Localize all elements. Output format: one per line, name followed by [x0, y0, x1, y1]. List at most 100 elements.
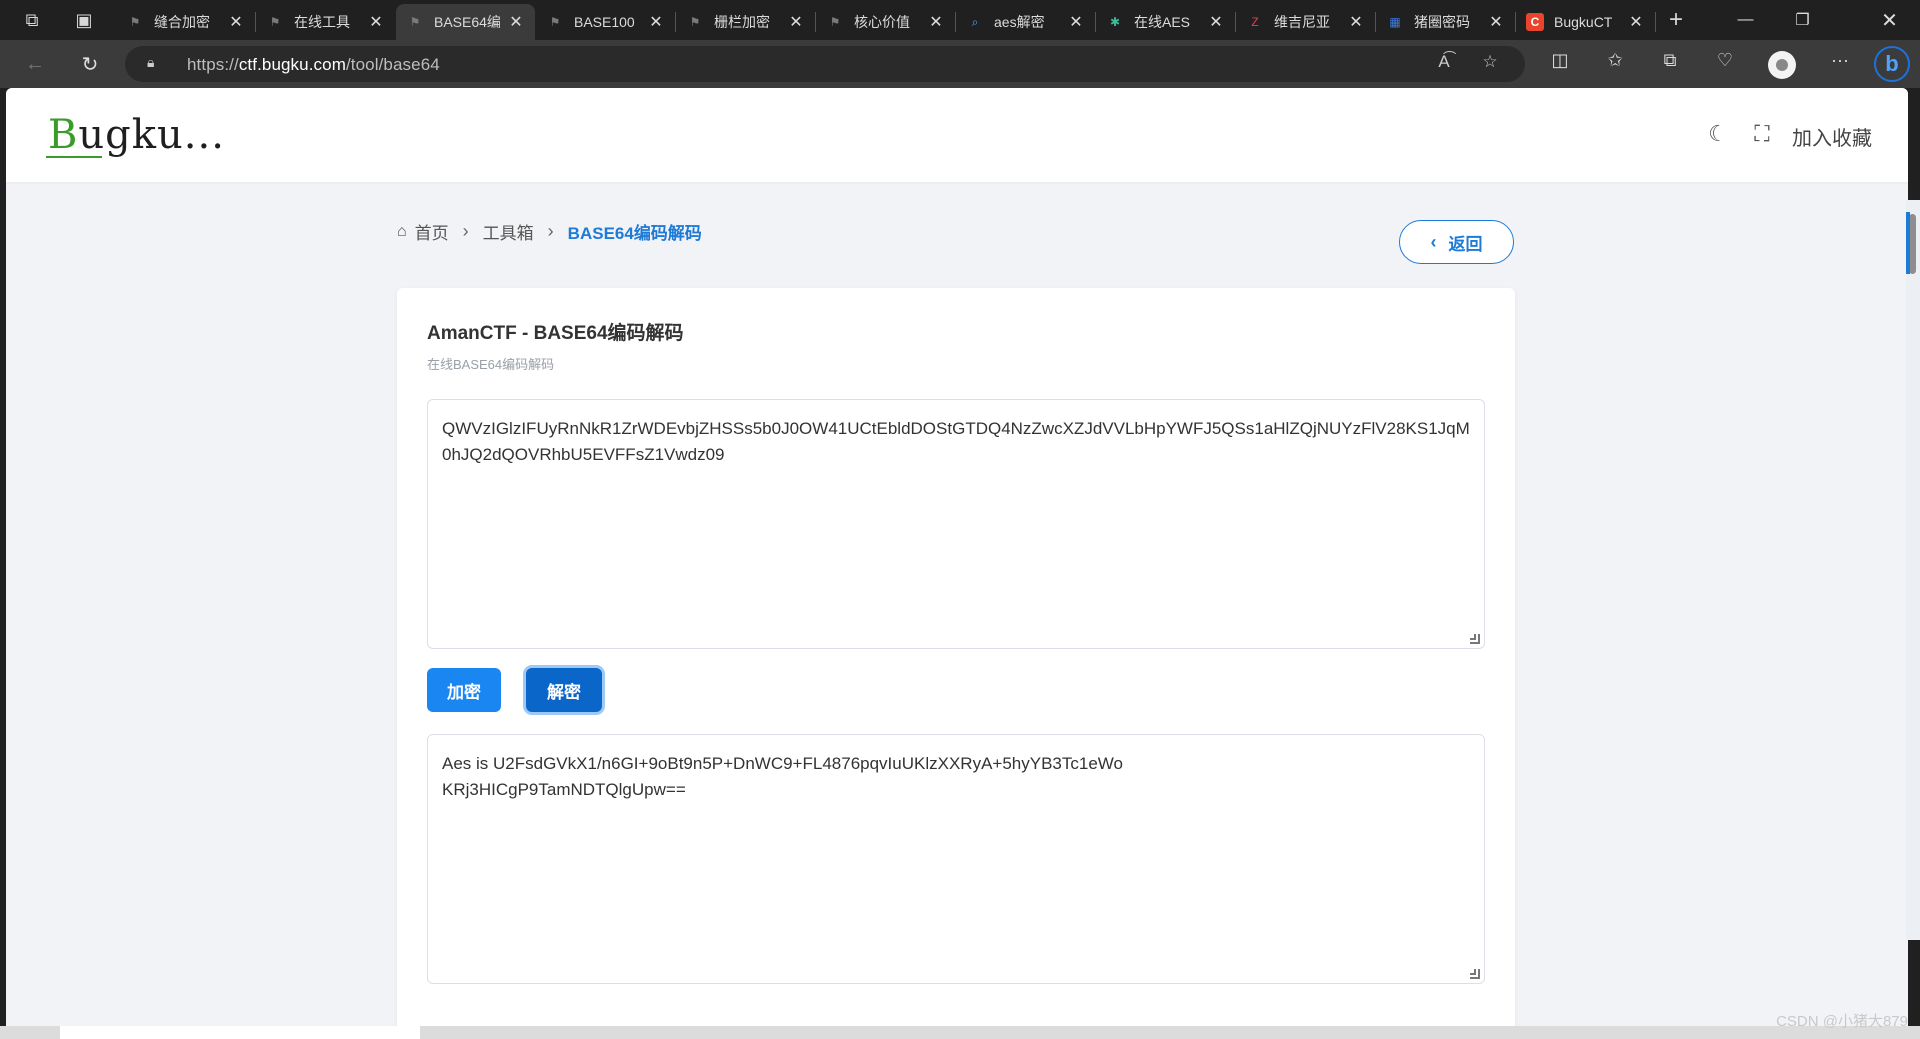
close-tab-icon[interactable]: ✕ [787, 12, 805, 32]
add-favorite-link[interactable]: 加入收藏 [1792, 122, 1872, 151]
c-icon: C [1526, 13, 1544, 31]
url-path: /tool/base64 [345, 55, 440, 74]
chevron-right-icon: › [547, 221, 554, 241]
tab-title: 栅栏加密 [714, 14, 770, 30]
tab-title: BugkuCT [1554, 14, 1613, 30]
zj-icon: Z [1251, 15, 1259, 29]
more-menu-icon[interactable]: ··· [1825, 50, 1855, 78]
scrollbar-thumb[interactable] [1909, 214, 1916, 274]
close-tab-icon[interactable]: ✕ [507, 12, 525, 32]
decrypt-button[interactable]: 解密 [526, 668, 602, 712]
fullscreen-icon[interactable]: ⛶ [1748, 121, 1776, 149]
input-text: QWVzIGlzIFUyRnNkR1ZrWDEvbjZHSSs5b0J0OW41… [442, 419, 1470, 464]
minimize-button[interactable]: — [1718, 0, 1773, 40]
breadcrumb: ⌂ 首页 › 工具箱 › BASE64编码解码 [397, 219, 702, 244]
taskbar-segment [60, 1026, 420, 1039]
url-host: ctf.bugku.com [238, 55, 346, 74]
profile-avatar[interactable] [1768, 51, 1796, 79]
close-tab-icon[interactable]: ✕ [1207, 12, 1225, 32]
tab-title: BASE100 [574, 14, 635, 30]
flag-icon: ⚑ [129, 15, 141, 29]
output-line-2: KRj3HICgP9TamNDTQlgUpw== [442, 780, 686, 799]
tab-title: 在线AES [1134, 14, 1191, 30]
tab-actions-icon[interactable]: ▣ [66, 5, 102, 35]
restore-button[interactable]: ❐ [1775, 0, 1830, 40]
browser-tab[interactable]: ▦ 猪圈密码 ✕ [1376, 4, 1515, 40]
back-arrow-icon[interactable]: ← [18, 48, 52, 80]
home-icon: ⌂ [397, 222, 407, 240]
tab-title: 核心价值 [854, 14, 910, 30]
tab-title: 缝合加密 [154, 14, 210, 30]
chevron-left-icon: ‹ [1430, 231, 1437, 252]
tab-title: 在线工具 [294, 14, 350, 30]
star-icon[interactable]: ☆ [1477, 52, 1503, 76]
close-tab-icon[interactable]: ✕ [227, 12, 245, 32]
browser-tab[interactable]: ⚑ 栅栏加密 ✕ [676, 4, 815, 40]
browser-tab[interactable]: ✱ 在线AES ✕ [1096, 4, 1235, 40]
browser-tab[interactable]: ⚑ 在线工具 ✕ [256, 4, 395, 40]
chevron-right-icon: › [462, 221, 469, 241]
browser-tab[interactable]: ⚑ BASE64编 ✕ [396, 4, 535, 40]
close-tab-icon[interactable]: ✕ [927, 12, 945, 32]
refresh-icon[interactable]: ↻ [73, 48, 107, 80]
gear-icon: ✱ [1109, 15, 1121, 29]
scroll-indicator [1906, 212, 1910, 274]
browser-tab[interactable]: C BugkuCT ✕ [1516, 4, 1655, 40]
search-icon: ⌕ [971, 14, 979, 29]
site-header: Bugku... ☾ ⛶ 加入收藏 [6, 88, 1908, 182]
browser-tab[interactable]: ⌕ aes解密 ✕ [956, 4, 1095, 40]
resize-grip-icon[interactable] [1470, 969, 1480, 979]
url-text[interactable]: https://ctf.bugku.com/tool/base64 [187, 55, 440, 75]
favorites-icon[interactable]: ✩ [1600, 50, 1630, 78]
close-tab-icon[interactable]: ✕ [647, 12, 665, 32]
close-window-button[interactable]: ✕ [1862, 0, 1917, 40]
close-tab-icon[interactable]: ✕ [1487, 12, 1505, 32]
back-button-label: 返回 [1448, 234, 1483, 254]
copilot-icon[interactable]: b [1874, 46, 1910, 82]
tool-subtitle: 在线BASE64编码解码 [427, 357, 555, 372]
split-screen-icon[interactable]: ◫ [1545, 50, 1575, 78]
browser-tab[interactable]: Z 维吉尼亚 ✕ [1236, 4, 1375, 40]
browser-tab[interactable]: ⚑ 核心价值 ✕ [816, 4, 955, 40]
output-line-1: Aes is U2FsdGVkX1/n6GI+9oBt9n5P+DnWC9+FL… [442, 754, 1123, 773]
read-aloud-icon[interactable]: A͡ [1431, 52, 1457, 76]
flag-icon: ⚑ [549, 15, 561, 29]
new-tab-button[interactable]: + [1658, 5, 1694, 35]
close-tab-icon[interactable]: ✕ [1347, 12, 1365, 32]
site-logo[interactable]: Bugku... [46, 112, 225, 158]
flag-icon: ⚑ [269, 15, 281, 29]
browser-essentials-icon[interactable]: ♡ [1710, 50, 1740, 78]
tool-card: AmanCTF - BASE64编码解码 在线BASE64编码解码 QWVzIG… [397, 288, 1515, 1026]
breadcrumb-home[interactable]: 首页 [415, 219, 449, 244]
tab-separator [1655, 12, 1656, 32]
close-tab-icon[interactable]: ✕ [1067, 12, 1085, 32]
close-tab-icon[interactable]: ✕ [367, 12, 385, 32]
tab-title: 维吉尼亚 [1274, 14, 1330, 30]
page-scrollbar[interactable] [1906, 200, 1920, 940]
flag-icon: ⚑ [829, 15, 841, 29]
breadcrumb-current: BASE64编码解码 [567, 224, 702, 243]
resize-grip-icon[interactable] [1470, 634, 1480, 644]
back-button[interactable]: ‹ 返回 [1399, 220, 1514, 264]
browser-tab[interactable]: ⚑ 缝合加密 ✕ [116, 4, 255, 40]
encrypt-button[interactable]: 加密 [427, 668, 501, 712]
close-tab-icon[interactable]: ✕ [1627, 12, 1645, 32]
input-textarea[interactable]: QWVzIGlzIFUyRnNkR1ZrWDEvbjZHSSs5b0J0OW41… [427, 399, 1485, 649]
browser-tab[interactable]: ⚑ BASE100 ✕ [536, 4, 675, 40]
grid-icon: ▦ [1389, 15, 1401, 29]
workspaces-icon[interactable]: ⧉ [14, 5, 50, 35]
url-scheme: https:// [187, 55, 239, 74]
breadcrumb-toolbox[interactable]: 工具箱 [483, 219, 534, 244]
address-bar[interactable]: 🔒︎ https://ctf.bugku.com/tool/base64 A͡ … [125, 46, 1525, 82]
tool-title: AmanCTF - BASE64编码解码 [427, 323, 684, 344]
tab-bar: ⧉ ▣ ⚑ 缝合加密 ✕ ⚑ 在线工具 ✕ ⚑ BASE64编 ✕ ⚑ BASE100 ✕ ⚑ 栅栏加密 ✕… [0, 0, 1920, 40]
tab-title: 猪圈密码 [1414, 14, 1470, 30]
tab-title: aes解密 [994, 14, 1045, 30]
dark-mode-icon[interactable]: ☾ [1704, 121, 1732, 149]
flag-icon: ⚑ [689, 15, 701, 29]
output-textarea[interactable]: Aes is U2FsdGVkX1/n6GI+9oBt9n5P+DnWC9+FL… [427, 734, 1485, 984]
lock-icon: 🔒︎ [147, 54, 155, 70]
collections-icon[interactable]: ⧉ [1655, 50, 1685, 78]
address-bar-row: ← ↻ 🔒︎ https://ctf.bugku.com/tool/base64… [0, 40, 1920, 88]
tab-title: BASE64编 [434, 14, 501, 30]
